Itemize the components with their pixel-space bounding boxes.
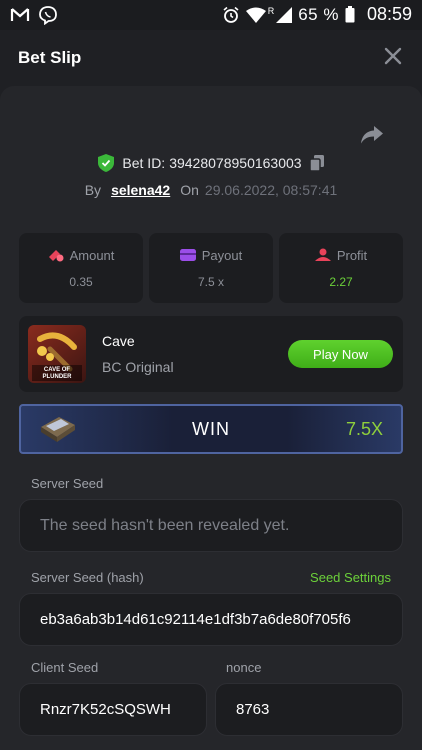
client-seed-field[interactable]: Rnzr7K52cSQSWH — [19, 683, 207, 736]
stat-value: 0.35 — [69, 274, 93, 289]
status-left — [10, 5, 58, 25]
bet-id-row: Bet ID: 39428078950163003 — [0, 152, 422, 174]
bet-stats: Amount 0.35 Payout 7.5 x Profit 2.27 — [19, 233, 403, 303]
bet-id-label: Bet ID: — [122, 155, 166, 171]
play-now-button[interactable]: Play Now — [288, 340, 393, 368]
wifi-icon — [245, 7, 266, 23]
bet-datetime: 29.06.2022, 08:57:41 — [204, 182, 338, 198]
copy-icon[interactable] — [309, 155, 324, 171]
username-link[interactable]: selena42 — [111, 182, 170, 198]
shield-check-icon — [98, 154, 115, 172]
server-seed-hash-label: Server Seed (hash) — [31, 570, 144, 585]
on-label: On — [180, 182, 199, 198]
bet-id-value: 39428078950163003 — [169, 155, 302, 171]
stat-value: 2.27 — [329, 274, 353, 289]
game-name: Cave — [102, 333, 135, 349]
alarm-icon — [223, 6, 239, 23]
profit-icon — [314, 248, 331, 261]
share-icon[interactable] — [360, 124, 384, 146]
battery-percentage: 65 % — [298, 4, 339, 24]
stat-label: Amount — [69, 247, 115, 263]
game-card: CAVE OF PLUNDER Cave BC Original Play No… — [19, 316, 403, 392]
page-title: Bet Slip — [18, 48, 82, 67]
clock: 08:59 — [366, 4, 412, 24]
stat-label: Profit — [336, 247, 368, 263]
by-label: By — [84, 182, 102, 198]
server-seed-label: Server Seed — [31, 476, 104, 491]
client-seed-label: Client Seed — [31, 660, 99, 675]
stat-label: Payout — [201, 247, 243, 263]
result-multiplier: 7.5X — [345, 419, 383, 439]
gmail-icon — [10, 8, 30, 21]
result-label: WIN — [192, 419, 230, 439]
stat-amount: Amount 0.35 — [19, 233, 143, 303]
stat-payout: Payout 7.5 x — [149, 233, 273, 303]
server-seed-field: The seed hasn't been revealed yet. — [19, 499, 403, 552]
viber-icon — [39, 6, 57, 25]
server-seed-hash-field[interactable]: eb3a6ab3b14d61c92114e1df3b7a6de80f705f6 — [19, 593, 403, 646]
coins-icon — [48, 250, 64, 262]
nonce-field[interactable]: 8763 — [215, 683, 403, 736]
result-banner: WIN 7.5X — [19, 404, 403, 454]
wallet-icon — [179, 249, 196, 261]
roaming-indicator: R — [267, 5, 275, 16]
status-bar: R 65 % 08:59 — [0, 0, 422, 30]
nonce-label: nonce — [226, 660, 262, 675]
game-provider: BC Original — [102, 359, 174, 375]
bet-slip-header: Bet Slip — [0, 30, 422, 86]
seed-settings-link[interactable]: Seed Settings — [310, 570, 391, 585]
close-icon[interactable] — [382, 45, 404, 67]
status-right: R 65 % 08:59 — [222, 4, 412, 25]
stat-value: 7.5 x — [197, 274, 224, 289]
stat-profit: Profit 2.27 — [279, 233, 403, 303]
signal-icon — [276, 6, 293, 23]
game-thumb-text: CAVE OF PLUNDER — [42, 367, 72, 380]
game-thumbnail[interactable]: CAVE OF PLUNDER — [28, 325, 86, 383]
bet-author-row: By selena42 On 29.06.2022, 08:57:41 — [0, 180, 422, 200]
battery-icon — [345, 6, 355, 23]
